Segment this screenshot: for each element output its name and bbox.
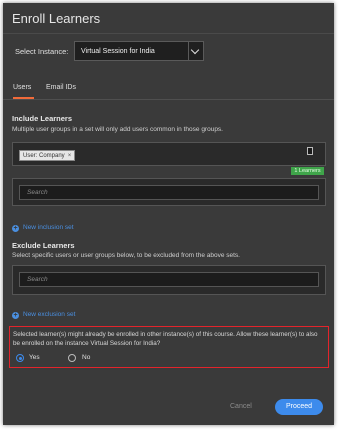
radio-no-label: No [82,354,91,361]
title-divider [3,33,334,34]
instance-select[interactable]: Virtual Session for India [74,41,204,61]
close-icon[interactable]: × [68,153,72,159]
include-learners-heading: Include Learners [12,114,73,123]
tab-email-ids[interactable]: Email IDs [46,84,76,91]
radio-yes[interactable] [16,354,24,362]
exclude-learners-heading: Exclude Learners [12,241,75,250]
cancel-button[interactable]: Cancel [230,403,252,410]
enroll-prompt-highlight: Selected learner(s) might already be enr… [9,326,329,368]
chip-label: User: Company [23,153,65,159]
include-search-input[interactable]: Search [19,185,319,200]
learner-count-badge: 1 Learners [291,167,324,175]
new-inclusion-set-link[interactable]: + New inclusion set [12,224,74,232]
new-exclusion-set-link[interactable]: + New exclusion set [12,311,75,319]
search-placeholder: Search [27,189,48,196]
radio-yes-label: Yes [29,354,40,361]
inclusion-set-box: User: Company × [12,142,326,166]
dialog-title: Enroll Learners [12,11,101,26]
tab-users[interactable]: Users [13,84,31,91]
exclude-learners-description: Select specific users or user groups bel… [12,252,240,259]
plus-icon: + [12,225,19,232]
exclude-search-input[interactable]: Search [19,272,319,287]
plus-icon: + [12,312,19,319]
enroll-learners-dialog: Enroll Learners Select Instance: Virtual… [3,3,334,425]
new-inclusion-set-label: New inclusion set [23,224,74,231]
search-placeholder: Search [27,276,48,283]
tab-divider [3,99,334,100]
proceed-button[interactable]: Proceed [275,399,323,415]
radio-no[interactable] [68,354,76,362]
instance-select-value: Virtual Session for India [81,48,155,55]
instance-dropdown-toggle[interactable] [188,42,203,60]
chevron-down-icon [190,45,200,55]
user-group-chip: User: Company × [19,150,76,161]
include-learners-description: Multiple user groups in a set will only … [12,126,223,133]
instance-label: Select Instance: [15,47,69,56]
new-exclusion-set-label: New exclusion set [23,311,76,318]
enroll-prompt-message: Selected learner(s) might already be enr… [13,331,318,347]
trash-icon[interactable] [307,147,313,155]
